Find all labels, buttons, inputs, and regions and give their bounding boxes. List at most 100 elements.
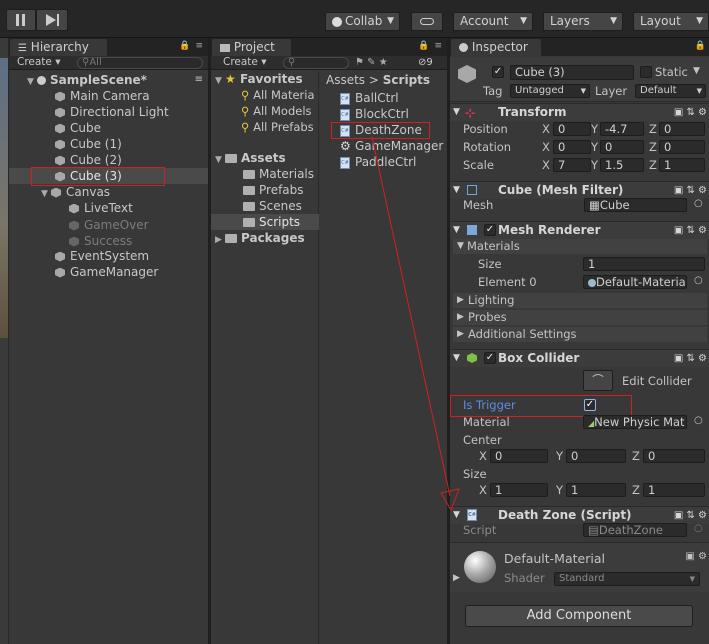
favorite-item[interactable]: ⚲ All Materia	[241, 87, 315, 103]
materials-foldout[interactable]: ▼ Materials	[453, 239, 707, 254]
position-y[interactable]: -4.7	[600, 122, 644, 136]
hierarchy-item-inactive[interactable]: Success	[69, 233, 132, 249]
hierarchy-item[interactable]: Cube	[55, 120, 101, 136]
layer-dropdown[interactable]: Default ▼	[635, 84, 706, 98]
hierarchy-item-inactive[interactable]: GameOver	[69, 217, 149, 233]
hierarchy-item[interactable]: LiveText	[69, 200, 133, 216]
collider-enabled-checkbox[interactable]: ✓	[484, 352, 496, 364]
scene-menu-icon[interactable]: ≡	[195, 72, 203, 88]
probes-foldout[interactable]: ▶ Probes	[453, 310, 707, 325]
size-z[interactable]: 1	[643, 483, 705, 497]
material-element-field[interactable]: Default-Materia	[583, 275, 687, 289]
asset-folder-selected[interactable]: Scripts	[243, 214, 300, 230]
scale-x[interactable]: 7	[553, 158, 591, 172]
scene-root[interactable]: ▼ SampleScene* ≡	[27, 72, 207, 88]
size-x[interactable]: 1	[490, 483, 548, 497]
script-file[interactable]: ⚙ GameManager	[340, 138, 443, 154]
object-picker-icon[interactable]: ○	[694, 198, 703, 209]
scale-y[interactable]: 1.5	[600, 158, 644, 172]
hidden-count-badge[interactable]: ⊘9	[418, 56, 433, 69]
hierarchy-item[interactable]: Main Camera	[55, 88, 150, 104]
panel-menu-icon[interactable]: 🔒 ≡	[179, 41, 204, 51]
center-z[interactable]: 0	[643, 449, 705, 463]
box-collider-header[interactable]: ▼ ✓ Box Collider ▣ ⇅ ⚙	[450, 349, 709, 367]
hierarchy-item[interactable]: Cube (2)	[55, 152, 122, 168]
component-tool-icons[interactable]: ▣ ⇅ ⚙	[674, 104, 707, 121]
hierarchy-item[interactable]: Cube (1)	[55, 136, 122, 152]
mesh-renderer-header[interactable]: ▼ ✓ Mesh Renderer ▣ ⇅ ⚙	[450, 221, 709, 239]
add-component-button[interactable]: Add Component	[465, 605, 693, 627]
create-button[interactable]: Create ▾	[223, 56, 267, 69]
mesh-field[interactable]: ▦Cube	[584, 198, 687, 212]
expand-arrow-icon[interactable]: ▼	[27, 74, 37, 90]
asset-folder[interactable]: Scenes	[243, 198, 302, 214]
create-button[interactable]: Create ▾	[17, 56, 61, 69]
component-tool-icons[interactable]: ▣ ⇅ ⚙	[674, 507, 707, 524]
component-tool-icons[interactable]: ▣ ⇅ ⚙	[674, 182, 707, 199]
transform-header[interactable]: ▼ ⊹ Transform ▣ ⇅ ⚙	[450, 103, 709, 121]
physic-material-field[interactable]: ◢New Physic Mat	[583, 415, 687, 429]
packages-header[interactable]: ▶ Packages	[215, 230, 305, 246]
tab-inspector[interactable]: Inspector	[451, 39, 541, 56]
edit-collider-button[interactable]: ⌒	[583, 370, 613, 391]
deathzone-script-header[interactable]: ▼ C# Death Zone (Script) ▣ ⇅ ⚙	[450, 506, 709, 524]
foldout-arrow-icon[interactable]: ▶	[453, 573, 460, 583]
component-tool-icons[interactable]: ▣ ⇅ ⚙	[674, 350, 707, 367]
breadcrumb-assets[interactable]: Assets	[326, 73, 365, 87]
additional-settings-foldout[interactable]: ▶ Additional Settings	[453, 327, 707, 342]
layout-dropdown[interactable]: Layout ▼	[633, 12, 709, 31]
hierarchy-item[interactable]: Directional Light	[55, 104, 169, 120]
scale-z[interactable]: 1	[659, 158, 705, 172]
component-tool-icons[interactable]: ▣ ⇅ ⚙	[674, 222, 707, 239]
position-x[interactable]: 0	[553, 122, 591, 136]
account-dropdown[interactable]: Account ▼	[453, 12, 533, 31]
panel-menu-icon[interactable]: 🔒	[695, 41, 707, 51]
position-z[interactable]: 0	[659, 122, 705, 136]
object-picker-icon[interactable]: ○	[694, 523, 703, 534]
tab-project[interactable]: Project	[212, 39, 291, 56]
script-file[interactable]: C# BlockCtrl	[340, 106, 409, 122]
object-picker-icon[interactable]: ○	[694, 275, 703, 286]
hierarchy-item[interactable]: ▼ Canvas	[41, 184, 110, 200]
mesh-filter-header[interactable]: ▼ Cube (Mesh Filter) ▣ ⇅ ⚙	[450, 181, 709, 199]
hierarchy-item[interactable]: EventSystem	[55, 248, 149, 264]
script-file[interactable]: C# BallCtrl	[340, 90, 399, 106]
lighting-foldout[interactable]: ▶ Lighting	[453, 293, 707, 308]
rotation-y[interactable]: 0	[600, 140, 644, 154]
center-x[interactable]: 0	[490, 449, 548, 463]
object-picker-icon[interactable]: ○	[694, 415, 703, 426]
asset-folder[interactable]: Prefabs	[243, 182, 304, 198]
chevron-down-icon[interactable]: ▼	[693, 66, 700, 76]
size-y[interactable]: 1	[566, 483, 626, 497]
expand-arrow-icon[interactable]: ▼	[41, 186, 51, 202]
favorites-header[interactable]: ▼ ★ Favorites	[215, 71, 303, 87]
script-file[interactable]: C# PaddleCtrl	[340, 154, 416, 170]
center-y[interactable]: 0	[566, 449, 626, 463]
hierarchy-item[interactable]: GameManager	[55, 264, 158, 280]
active-checkbox[interactable]: ✓	[492, 66, 504, 78]
pause-button[interactable]	[6, 9, 36, 31]
favorite-item[interactable]: ⚲ All Models	[241, 103, 312, 119]
component-tool-icons[interactable]: ▣ ⚙	[685, 551, 707, 562]
renderer-enabled-checkbox[interactable]: ✓	[484, 224, 496, 236]
breadcrumb-scripts[interactable]: Scripts	[383, 73, 430, 87]
cloud-button[interactable]	[411, 12, 443, 31]
rotation-z[interactable]: 0	[659, 140, 705, 154]
step-button[interactable]	[36, 9, 68, 31]
collab-button[interactable]: Collab ▼	[325, 12, 400, 31]
layers-dropdown[interactable]: Layers ▼	[543, 12, 623, 31]
favorite-item[interactable]: ⚲ All Prefabs	[241, 119, 314, 135]
tab-hierarchy[interactable]: ☰ Hierarchy	[10, 39, 107, 56]
rotation-x[interactable]: 0	[553, 140, 591, 154]
shader-dropdown[interactable]: Standard ▼	[554, 572, 700, 586]
object-name-field[interactable]: Cube (3)	[510, 65, 634, 80]
assets-header[interactable]: ▼ Assets	[215, 150, 286, 166]
search-input[interactable]: ⚲	[283, 57, 349, 69]
materials-size-field[interactable]: 1	[583, 257, 705, 271]
panel-menu-icon[interactable]: 🔒 ≡	[418, 41, 443, 51]
search-input[interactable]: ⚲All	[77, 57, 203, 69]
static-checkbox[interactable]	[640, 66, 652, 78]
asset-folder[interactable]: Materials	[243, 166, 314, 182]
tag-dropdown[interactable]: Untagged ▼	[510, 84, 590, 98]
filter-icons[interactable]: ⚑ ✎ ★	[355, 56, 388, 69]
